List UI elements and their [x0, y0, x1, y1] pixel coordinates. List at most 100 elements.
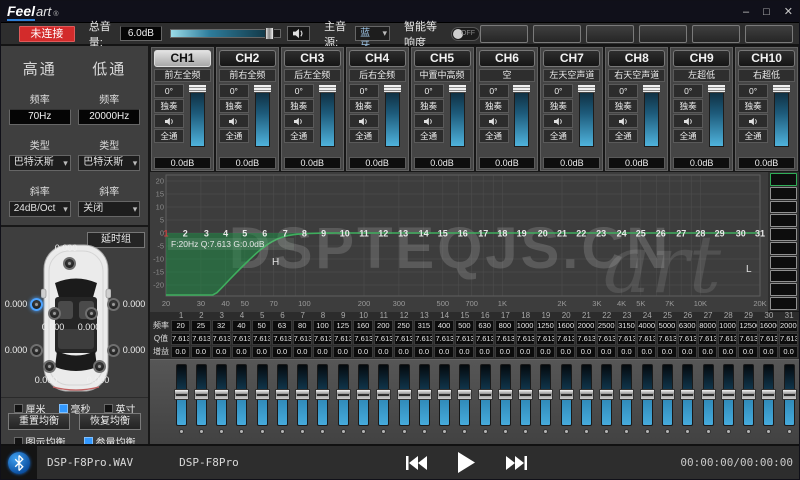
- fader-handle[interactable]: [559, 389, 574, 400]
- channel-gain-value[interactable]: 0.0dB: [284, 157, 341, 169]
- band-freq-cell[interactable]: 10000: [718, 320, 737, 332]
- solo-button[interactable]: 独奏: [608, 99, 638, 113]
- fader-handle[interactable]: [772, 84, 791, 93]
- lowpass-freq-value[interactable]: 20000Hz: [78, 109, 140, 125]
- fader-handle[interactable]: [255, 389, 270, 400]
- fader-handle[interactable]: [741, 389, 756, 400]
- previous-track-button[interactable]: [406, 455, 428, 471]
- channel-gain-value[interactable]: 0.0dB: [673, 157, 730, 169]
- band-q-cell[interactable]: 7.613: [516, 333, 535, 345]
- band-fader[interactable]: [176, 364, 187, 426]
- connect-status-button[interactable]: 未连接: [19, 26, 75, 42]
- band-freq-cell[interactable]: 1250: [536, 320, 555, 332]
- band-gain-cell[interactable]: 0.0: [759, 346, 778, 358]
- band-fader[interactable]: [662, 364, 673, 426]
- band-fader[interactable]: [399, 364, 410, 426]
- band-gain-cell[interactable]: 0.0: [191, 346, 210, 358]
- band-fader[interactable]: [439, 364, 450, 426]
- loudness-toggle[interactable]: OFF: [451, 27, 480, 41]
- band-gain-cell[interactable]: 0.0: [617, 346, 636, 358]
- band-gain-cell[interactable]: 0.0: [455, 346, 474, 358]
- channel-select-button[interactable]: CH9: [673, 50, 730, 67]
- fader-handle[interactable]: [599, 389, 614, 400]
- fader-handle[interactable]: [356, 389, 371, 400]
- graph-channel-button[interactable]: [770, 201, 797, 214]
- band-freq-cell[interactable]: 63: [272, 320, 291, 332]
- toolbar-button[interactable]: [533, 25, 581, 43]
- band-fader[interactable]: [419, 364, 430, 426]
- band-q-cell[interactable]: 7.613: [293, 333, 312, 345]
- fader-handle[interactable]: [448, 84, 467, 93]
- graph-channel-button[interactable]: [770, 214, 797, 227]
- fader-handle[interactable]: [701, 389, 716, 400]
- band-freq-cell[interactable]: 5000: [657, 320, 676, 332]
- band-gain-cell[interactable]: 0.0: [698, 346, 717, 358]
- band-fader[interactable]: [297, 364, 308, 426]
- speaker-position-icon[interactable]: [43, 360, 56, 373]
- band-fader[interactable]: [480, 364, 491, 426]
- band-q-cell[interactable]: 7.613: [232, 333, 251, 345]
- allpass-button[interactable]: 全通: [479, 129, 509, 143]
- restore-eq-button[interactable]: 恢复均衡: [79, 413, 141, 430]
- band-fader[interactable]: [763, 364, 774, 426]
- band-fader[interactable]: [581, 364, 592, 426]
- band-fader[interactable]: [500, 364, 511, 426]
- channel-fader[interactable]: [514, 85, 529, 147]
- graph-channel-button[interactable]: [770, 270, 797, 283]
- band-gain-cell[interactable]: 0.0: [779, 346, 798, 358]
- band-q-cell[interactable]: 7.613: [759, 333, 778, 345]
- mute-button[interactable]: [543, 114, 573, 128]
- band-freq-cell[interactable]: 200: [374, 320, 393, 332]
- phase-button[interactable]: 0°: [154, 84, 184, 98]
- fader-handle[interactable]: [577, 84, 596, 93]
- channel-fader[interactable]: [579, 85, 594, 147]
- fader-handle[interactable]: [417, 389, 432, 400]
- graph-channel-button[interactable]: [770, 187, 797, 200]
- band-fader[interactable]: [317, 364, 328, 426]
- source-dropdown[interactable]: 蓝牙: [355, 26, 390, 41]
- solo-button[interactable]: 独奏: [349, 99, 379, 113]
- channel-gain-value[interactable]: 0.0dB: [608, 157, 665, 169]
- band-fader[interactable]: [216, 364, 227, 426]
- channel-fader[interactable]: [709, 85, 724, 147]
- band-fader[interactable]: [642, 364, 653, 426]
- channel-select-button[interactable]: CH6: [479, 50, 536, 67]
- band-q-cell[interactable]: 7.613: [576, 333, 595, 345]
- speaker-position-icon[interactable]: [63, 257, 76, 270]
- phase-button[interactable]: 0°: [284, 84, 314, 98]
- fader-handle[interactable]: [478, 389, 493, 400]
- band-gain-cell[interactable]: 0.0: [394, 346, 413, 358]
- fader-handle[interactable]: [214, 389, 229, 400]
- band-gain-cell[interactable]: 0.0: [414, 346, 433, 358]
- fader-handle[interactable]: [397, 389, 412, 400]
- fader-handle[interactable]: [782, 389, 797, 400]
- phase-button[interactable]: 0°: [673, 84, 703, 98]
- speaker-position-icon[interactable]: [48, 307, 61, 320]
- band-q-cell[interactable]: 7.613: [637, 333, 656, 345]
- channel-fader[interactable]: [774, 85, 789, 147]
- allpass-button[interactable]: 全通: [608, 129, 638, 143]
- band-gain-cell[interactable]: 0.0: [212, 346, 231, 358]
- band-q-cell[interactable]: 7.613: [434, 333, 453, 345]
- band-q-cell[interactable]: 7.613: [313, 333, 332, 345]
- band-q-cell[interactable]: 7.613: [678, 333, 697, 345]
- band-freq-cell[interactable]: 16000: [759, 320, 778, 332]
- fader-handle[interactable]: [174, 389, 189, 400]
- channel-gain-value[interactable]: 0.0dB: [543, 157, 600, 169]
- channel-fader[interactable]: [320, 85, 335, 147]
- solo-button[interactable]: 独奏: [284, 99, 314, 113]
- band-q-cell[interactable]: 7.613: [718, 333, 737, 345]
- fader-handle[interactable]: [315, 389, 330, 400]
- band-freq-cell[interactable]: 80: [293, 320, 312, 332]
- fader-handle[interactable]: [640, 389, 655, 400]
- minimize-icon[interactable]: –: [743, 2, 749, 22]
- band-q-cell[interactable]: 7.613: [597, 333, 616, 345]
- band-fader[interactable]: [196, 364, 207, 426]
- band-q-cell[interactable]: 7.613: [536, 333, 555, 345]
- solo-button[interactable]: 独奏: [479, 99, 509, 113]
- band-freq-cell[interactable]: 500: [455, 320, 474, 332]
- band-q-cell[interactable]: 7.613: [191, 333, 210, 345]
- band-fader[interactable]: [277, 364, 288, 426]
- speaker-position-icon[interactable]: [85, 307, 98, 320]
- phase-button[interactable]: 0°: [349, 84, 379, 98]
